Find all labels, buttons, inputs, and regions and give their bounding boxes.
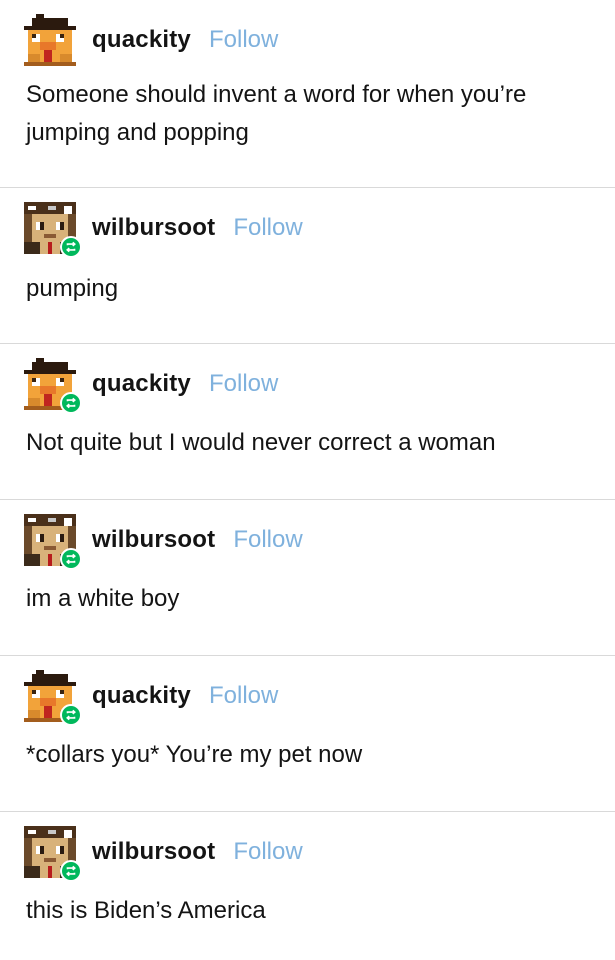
- reblog-badge: [60, 392, 82, 414]
- username[interactable]: quackity: [92, 370, 191, 398]
- post-text: Someone should invent a word for when yo…: [26, 81, 527, 146]
- post-header: wilbursoot Follow: [24, 202, 303, 258]
- avatar[interactable]: [24, 514, 82, 570]
- post: quackity Follow Someone should invent a …: [0, 0, 615, 188]
- post-header: quackity Follow: [24, 670, 278, 726]
- avatar[interactable]: [24, 14, 76, 66]
- post-header: wilbursoot Follow: [24, 826, 303, 882]
- reblog-icon: [64, 864, 78, 878]
- post-text: Not quite but I would never correct a wo…: [26, 429, 496, 456]
- username[interactable]: quackity: [92, 26, 191, 54]
- post-text: this is Biden’s America: [26, 897, 266, 924]
- follow-button[interactable]: Follow: [233, 214, 302, 242]
- reblog-icon: [64, 708, 78, 722]
- post-header: wilbursoot Follow: [24, 514, 303, 570]
- reblog-badge: [60, 860, 82, 882]
- reblog-badge: [60, 236, 82, 258]
- avatar[interactable]: [24, 826, 82, 882]
- post-text: im a white boy: [26, 585, 180, 612]
- post: quackity Follow Not quite but I would ne…: [0, 344, 615, 500]
- post: wilbursoot Follow this is Biden’s Americ…: [0, 812, 615, 960]
- username[interactable]: quackity: [92, 682, 191, 710]
- username[interactable]: wilbursoot: [92, 526, 215, 554]
- avatar[interactable]: [24, 670, 82, 726]
- post: quackity Follow *collars you* You’re my …: [0, 656, 615, 812]
- follow-button[interactable]: Follow: [209, 370, 278, 398]
- post-text: pumping: [26, 275, 119, 302]
- avatar[interactable]: [24, 358, 82, 414]
- post-text: *collars you* You’re my pet now: [26, 741, 363, 768]
- post: wilbursoot Follow pumping: [0, 188, 615, 344]
- follow-button[interactable]: Follow: [209, 682, 278, 710]
- reblog-icon: [64, 240, 78, 254]
- reblog-badge: [60, 548, 82, 570]
- post-header: quackity Follow: [24, 358, 278, 414]
- reblog-icon: [64, 396, 78, 410]
- post-header: quackity Follow: [24, 14, 278, 66]
- reblog-thread: quackity Follow Someone should invent a …: [0, 0, 615, 960]
- post: wilbursoot Follow im a white boy: [0, 500, 615, 656]
- avatar[interactable]: [24, 202, 82, 258]
- follow-button[interactable]: Follow: [209, 26, 278, 54]
- quackity-avatar-icon: [24, 14, 76, 66]
- follow-button[interactable]: Follow: [233, 838, 302, 866]
- reblog-badge: [60, 704, 82, 726]
- username[interactable]: wilbursoot: [92, 214, 215, 242]
- reblog-icon: [64, 552, 78, 566]
- follow-button[interactable]: Follow: [233, 526, 302, 554]
- username[interactable]: wilbursoot: [92, 838, 215, 866]
